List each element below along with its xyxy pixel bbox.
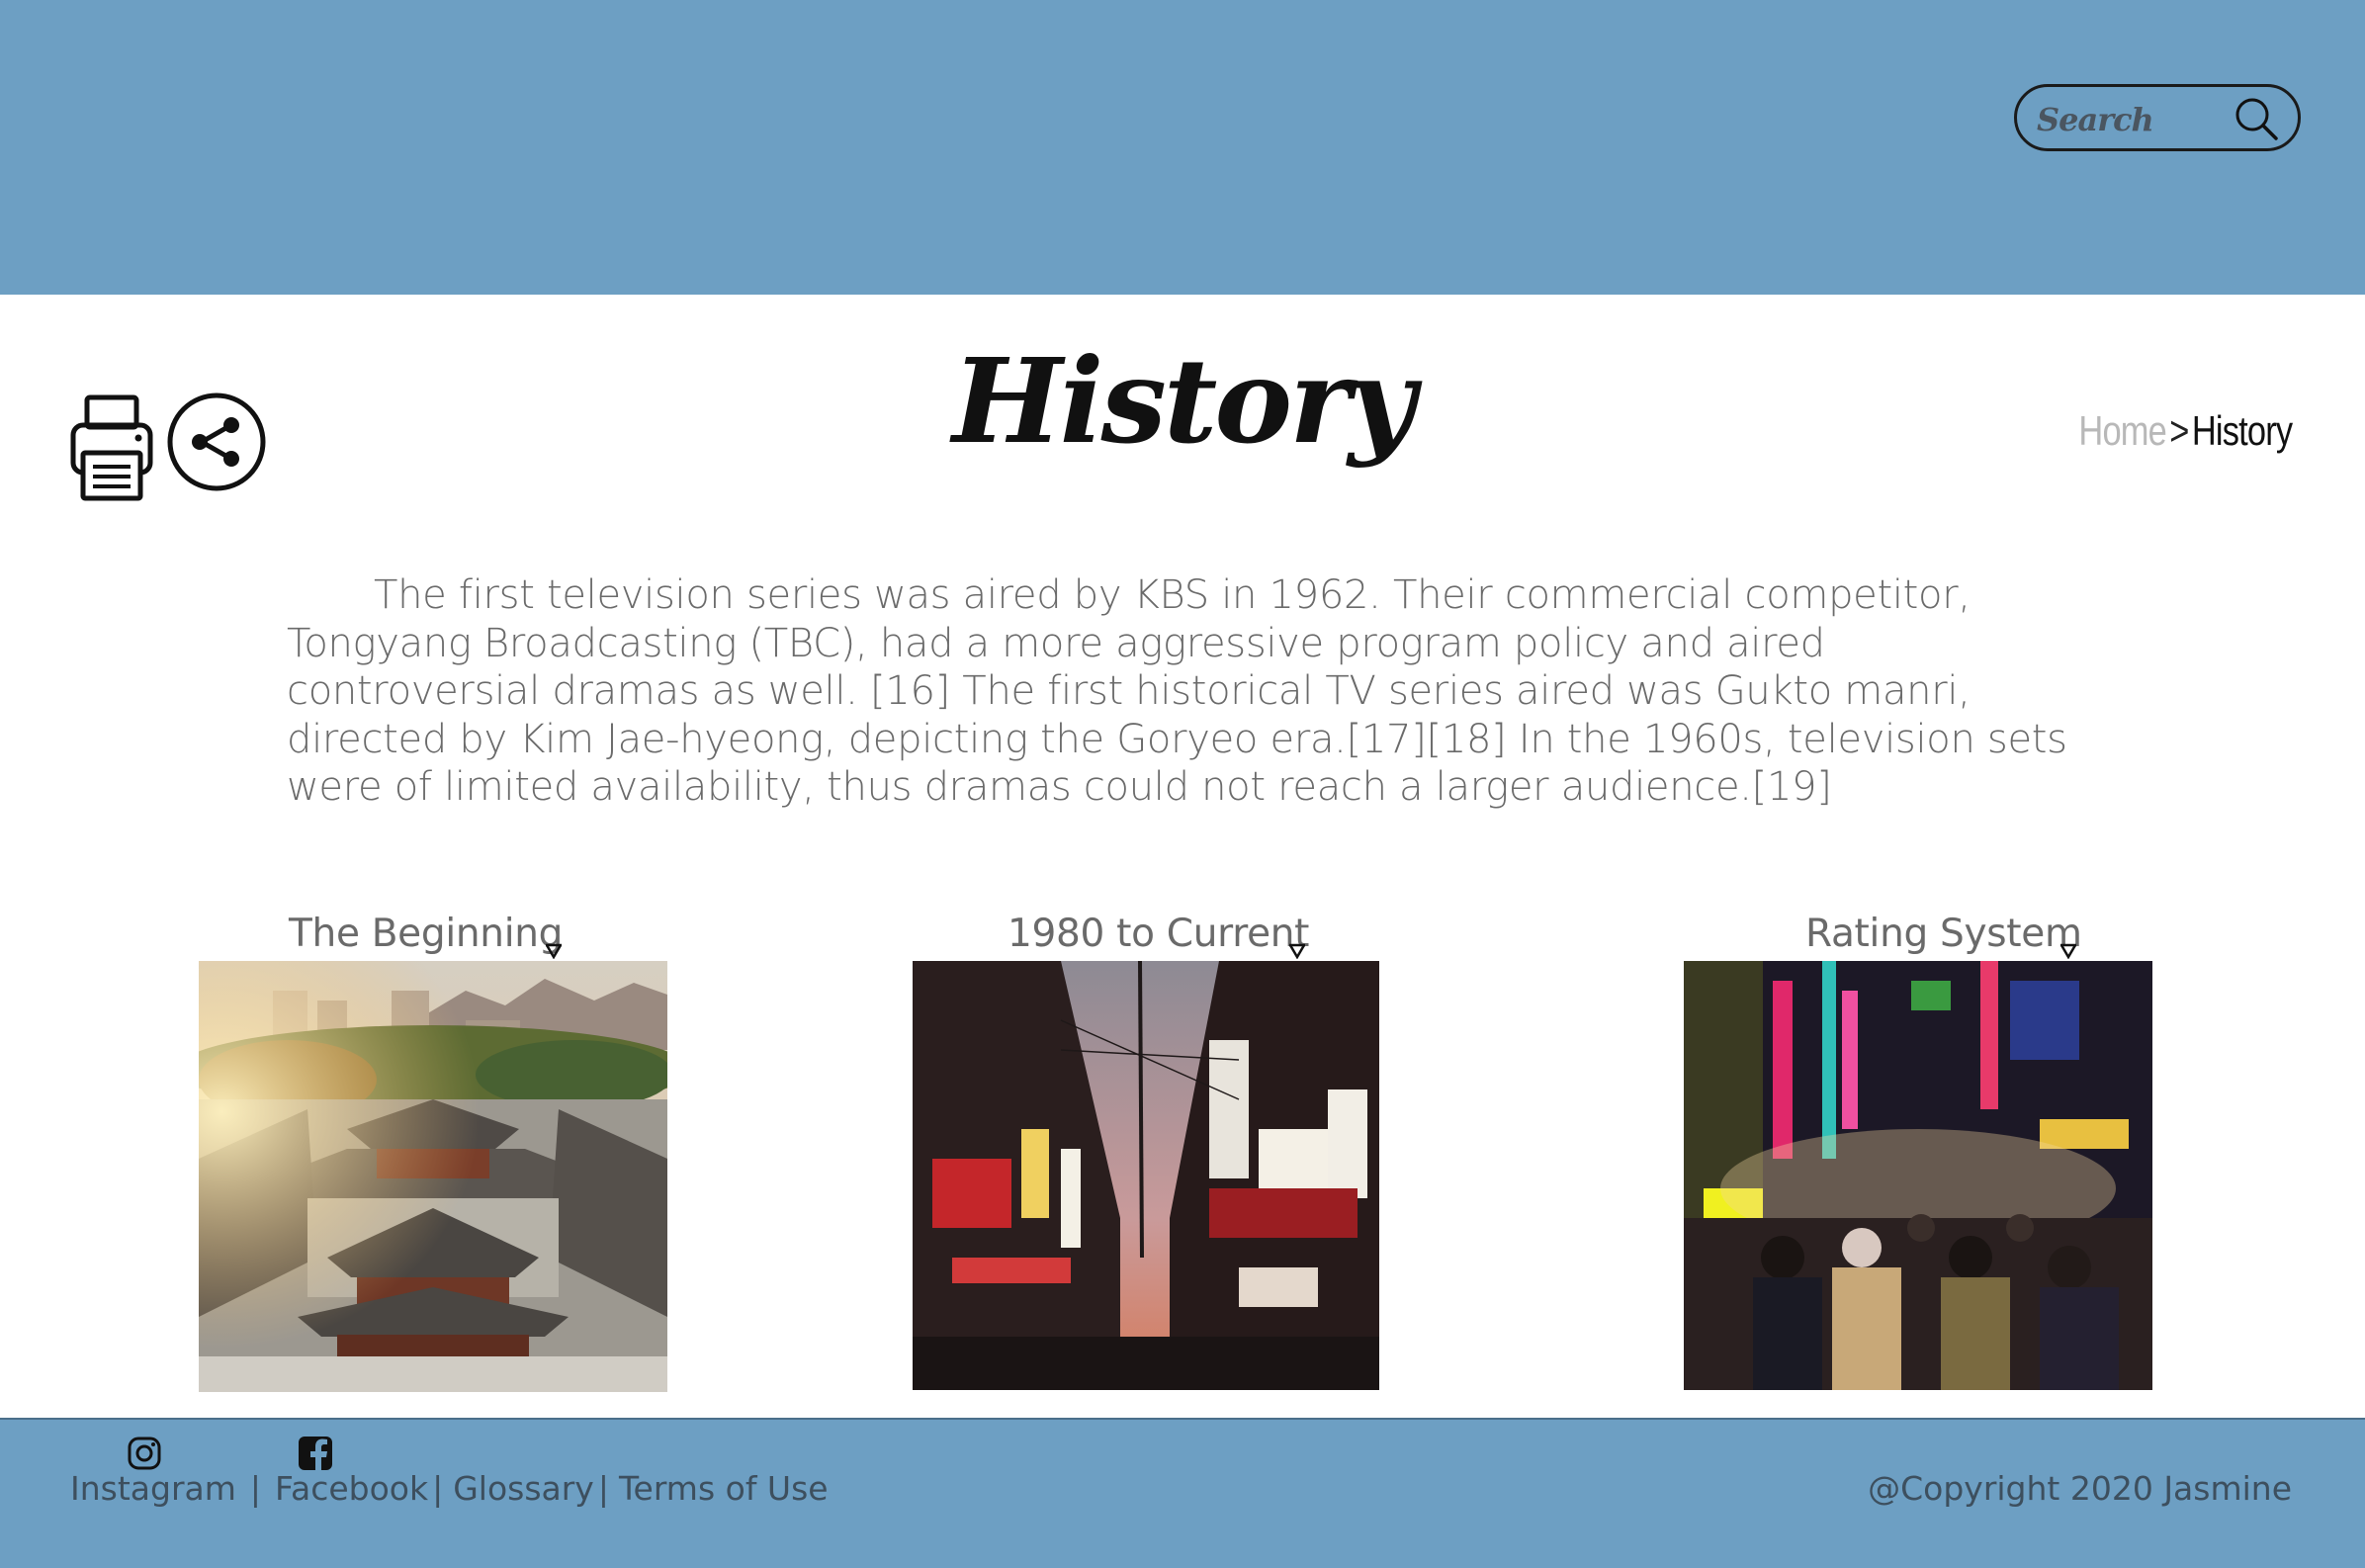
caret-down-icon[interactable] <box>2059 943 2077 959</box>
caret-down-icon[interactable] <box>1288 943 1306 959</box>
footer-separator: | <box>249 1469 262 1508</box>
copyright: @Copyright 2020 Jasmine <box>1868 1469 2292 1508</box>
site-header: Search <box>0 0 2365 295</box>
instagram-icon[interactable] <box>127 1436 162 1471</box>
page-title: History <box>952 332 1416 470</box>
footer-link-glossary[interactable]: Glossary <box>453 1469 594 1508</box>
breadcrumb-home-link[interactable]: Home <box>2078 407 2166 454</box>
card-label[interactable]: The Beginning <box>289 912 563 956</box>
footer-link-instagram[interactable]: Instagram <box>70 1469 236 1508</box>
palace-photo[interactable] <box>199 961 667 1392</box>
footer-separator: | <box>432 1469 444 1508</box>
footer-link-terms[interactable]: Terms of Use <box>619 1469 829 1508</box>
footer-separator: | <box>597 1469 609 1508</box>
breadcrumb-separator: > <box>2169 407 2189 454</box>
facebook-icon[interactable] <box>298 1436 333 1471</box>
intro-paragraph: The first television series was aired by… <box>287 572 2067 810</box>
night-market-photo[interactable] <box>1684 961 2152 1390</box>
search-input[interactable]: Search <box>2037 101 2154 138</box>
search-box[interactable]: Search <box>2014 84 2301 151</box>
footer-links: Instagram | Facebook | Glossary | Terms of Use <box>70 1469 829 1508</box>
caret-down-icon[interactable] <box>545 943 563 959</box>
site-footer: Instagram | Facebook | Glossary | Terms of Use… <box>0 1418 2365 1568</box>
card-label[interactable]: Rating System <box>1805 912 2082 956</box>
breadcrumb: Home>History <box>2078 407 2293 455</box>
footer-link-facebook[interactable]: Facebook <box>275 1469 428 1508</box>
breadcrumb-current: History <box>2191 407 2293 454</box>
street-dusk-photo[interactable] <box>913 961 1379 1390</box>
card-label[interactable]: 1980 to Current <box>1007 912 1309 956</box>
search-icon[interactable] <box>2231 93 2282 144</box>
